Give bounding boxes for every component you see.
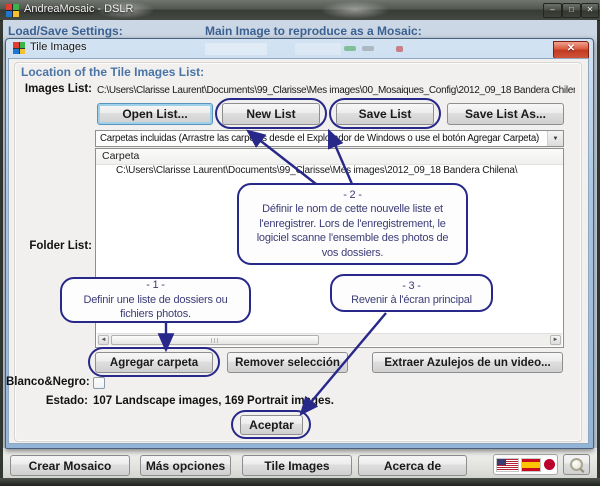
main-image-label: Main Image to reproduce as a Mosaic:	[205, 24, 422, 38]
glass-ghost	[205, 43, 267, 55]
folders-dropdown[interactable]: Carpetas incluidas (Arrastre las carpeta…	[95, 130, 564, 147]
folders-dropdown-text: Carpetas incluidas (Arrastre las carpeta…	[96, 133, 547, 144]
callout-1-title: - 1 -	[146, 278, 165, 293]
tile-images-button[interactable]: Tile Images	[242, 455, 352, 476]
chevron-down-icon[interactable]: ▼	[547, 131, 563, 146]
maximize-button[interactable]: □	[562, 3, 581, 18]
estado-label: Estado:	[6, 395, 88, 407]
callout-2-title: - 2 -	[343, 188, 362, 203]
crear-mosaico-button[interactable]: Crear Mosaico	[10, 455, 130, 476]
window-title: AndreaMosaic - DSLR	[24, 3, 133, 15]
folder-list-label: Folder List:	[10, 240, 92, 252]
callout-3-title: - 3 -	[402, 279, 421, 294]
glass-ghost	[344, 46, 356, 51]
section-title: Location of the Tile Images List:	[21, 65, 204, 79]
dialog-title: Tile Images	[30, 41, 86, 53]
glass-ghost	[295, 43, 341, 55]
agregar-carpeta-button[interactable]: Agregar carpeta	[95, 352, 213, 373]
magnifier-icon	[570, 458, 583, 471]
us-flag-icon[interactable]	[497, 459, 518, 471]
dialog-mosaic-icon	[13, 42, 25, 54]
aceptar-button[interactable]: Aceptar	[240, 415, 303, 435]
app-mosaic-icon	[6, 4, 19, 17]
dialog-close-button[interactable]: ✕	[553, 41, 589, 59]
open-list-button[interactable]: Open List...	[97, 103, 213, 125]
new-list-button[interactable]: New List	[222, 103, 320, 125]
acerca-de-button[interactable]: Acerca de	[358, 455, 467, 476]
glass-ghost	[396, 46, 403, 52]
scroll-right-icon[interactable]: ►	[550, 335, 561, 345]
extraer-azulejos-button[interactable]: Extraer Azulejos de un video...	[372, 352, 563, 373]
window-bottom-frame	[0, 478, 600, 486]
blanco-negro-checkbox[interactable]	[93, 377, 105, 389]
images-list-label: Images List:	[10, 83, 92, 95]
close-button[interactable]: ✕	[581, 3, 599, 18]
save-list-button[interactable]: Save List	[336, 103, 434, 125]
minimize-button[interactable]: –	[543, 3, 562, 18]
folder-list-row[interactable]: C:\Users\Clarisse Laurent\Documents\99_C…	[96, 165, 563, 179]
save-list-as-button[interactable]: Save List As...	[447, 103, 564, 125]
blanco-negro-label: Blanco&Negro:	[6, 376, 88, 388]
images-list-path: C:\Users\Clarisse Laurent\Documents\99_C…	[97, 85, 575, 96]
glass-ghost	[362, 46, 374, 51]
glass-highlight	[320, 1, 390, 19]
list-column-header[interactable]: Carpeta	[96, 149, 563, 165]
mas-opciones-button[interactable]: Más opciones	[140, 455, 231, 476]
callout-step-1: - 1 - Definir une liste de dossiers ou f…	[60, 277, 251, 323]
scroll-left-icon[interactable]: ◄	[98, 335, 109, 345]
load-save-settings-label: Load/Save Settings:	[8, 24, 123, 38]
scrollbar-thumb[interactable]	[111, 335, 319, 345]
callout-step-2: - 2 - Définir le nom de cette nouvelle l…	[237, 183, 468, 265]
search-button[interactable]	[563, 454, 590, 475]
japan-flag-icon[interactable]	[544, 459, 555, 470]
app-window: AndreaMosaic - DSLR – □ ✕ Load/Save Sett…	[0, 0, 600, 486]
language-selector[interactable]	[493, 454, 558, 475]
estado-value: 107 Landscape images, 169 Portrait image…	[93, 395, 334, 407]
callout-step-3: - 3 - Revenir à l'écran principal	[330, 274, 493, 312]
horizontal-scrollbar[interactable]: ◄ ►	[97, 333, 562, 346]
spain-flag-icon[interactable]	[522, 459, 540, 471]
remover-seleccion-button[interactable]: Remover selección	[227, 352, 348, 373]
